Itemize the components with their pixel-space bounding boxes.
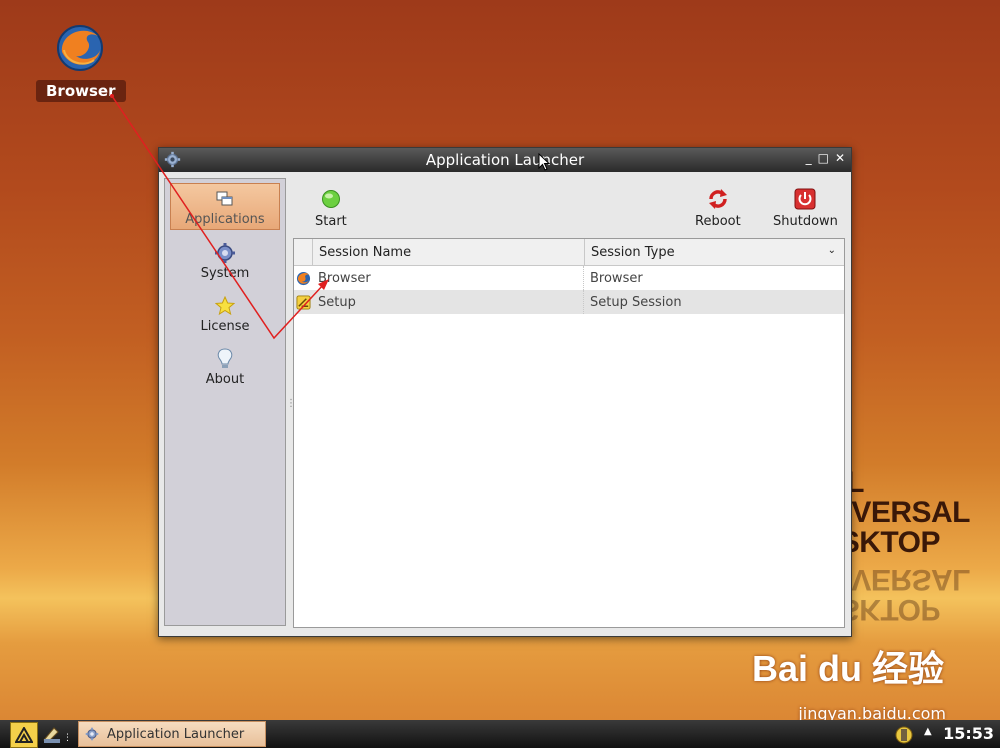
sidebar-item-about[interactable]: About — [171, 344, 279, 389]
taskbar: ⋮ Application Launcher ▲ 15:53 — [0, 720, 1000, 748]
icon-column-header — [294, 239, 313, 265]
reboot-icon — [695, 188, 741, 210]
sidebar-item-system[interactable]: System — [171, 238, 279, 283]
column-header-label: Session Type — [591, 245, 675, 260]
desktop-browser-icon[interactable]: Browser — [36, 22, 126, 102]
reboot-label: Reboot — [695, 214, 741, 229]
quick-launch-icon[interactable]: ⋮ — [42, 724, 72, 748]
brand-line-2: VERSAL — [851, 496, 970, 529]
firefox-icon — [294, 266, 312, 290]
tray-expand-icon[interactable]: ▲ — [924, 726, 932, 737]
lightbulb-icon — [171, 348, 279, 370]
table-row[interactable]: Browser Browser — [294, 266, 844, 290]
firefox-icon — [54, 22, 106, 74]
sidebar-item-label: License — [200, 319, 250, 334]
brand-reflection: SKTOP VERSAL — [839, 563, 970, 626]
start-menu-button[interactable] — [10, 722, 38, 748]
watermark-logo: Bai du 经验 — [751, 648, 944, 689]
window-title: Application Launcher — [425, 151, 585, 169]
shutdown-button[interactable]: Shutdown — [773, 188, 838, 229]
session-type-cell: Browser — [590, 271, 643, 286]
desktop-icon-label[interactable]: Browser — [36, 80, 126, 102]
setup-icon — [294, 290, 312, 314]
power-icon — [773, 188, 838, 210]
sidebar: Applications System License About — [164, 178, 286, 626]
session-name-cell: Setup — [312, 290, 584, 314]
applications-icon — [171, 188, 279, 210]
reboot-button[interactable]: Reboot — [695, 188, 741, 229]
session-type-cell: Setup Session — [590, 295, 682, 310]
desktop-brand-text: L VERSAL SKTOP SKTOP VERSAL — [839, 466, 971, 627]
taskbar-item-label: Application Launcher — [107, 726, 245, 742]
sidebar-item-license[interactable]: License — [171, 291, 279, 336]
maximize-button[interactable]: □ — [818, 151, 829, 165]
session-name-cell: Browser — [312, 266, 584, 290]
taskbar-item-application-launcher[interactable]: Application Launcher — [78, 721, 266, 747]
shutdown-label: Shutdown — [773, 214, 838, 229]
brand-line-1: L — [846, 466, 864, 499]
svg-text:⋮: ⋮ — [63, 733, 68, 743]
clock[interactable]: 15:53 — [943, 724, 994, 743]
volume-icon[interactable] — [894, 726, 914, 748]
start-button[interactable]: Start — [315, 188, 347, 229]
window-titlebar[interactable]: Application Launcher _ □ ✕ — [159, 148, 851, 172]
start-icon — [315, 188, 347, 210]
gear-icon — [171, 242, 279, 264]
start-label: Start — [315, 214, 347, 229]
brand-line-3: SKTOP — [839, 526, 941, 559]
table-header: Session Name Session Type ⌄ — [294, 239, 844, 266]
mouse-cursor-icon — [538, 153, 550, 171]
sidebar-item-label: System — [200, 266, 250, 281]
brand-mirror-line-2: VERSAL — [851, 563, 970, 596]
sidebar-item-label: About — [205, 372, 245, 387]
chevron-down-icon[interactable]: ⌄ — [828, 245, 836, 256]
application-launcher-window: Application Launcher _ □ ✕ Applications … — [158, 147, 852, 637]
close-button[interactable]: ✕ — [835, 151, 845, 165]
toolbar: Start Reboot Shutdown — [293, 178, 845, 236]
start-menu-icon — [15, 727, 33, 743]
table-row[interactable]: Setup Setup Session — [294, 290, 844, 314]
minimize-button[interactable]: _ — [806, 151, 812, 165]
brand-mirror-line-1: SKTOP — [839, 593, 940, 626]
sidebar-item-label: Applications — [185, 212, 265, 227]
column-header-session-type[interactable]: Session Type ⌄ — [585, 239, 844, 265]
session-table: Session Name Session Type ⌄ Browser Brow… — [293, 238, 845, 628]
sidebar-item-applications[interactable]: Applications — [170, 183, 280, 230]
column-header-session-name[interactable]: Session Name — [313, 239, 585, 265]
gear-icon — [85, 727, 99, 741]
window-controls: _ □ ✕ — [806, 151, 845, 165]
star-icon — [171, 295, 279, 317]
